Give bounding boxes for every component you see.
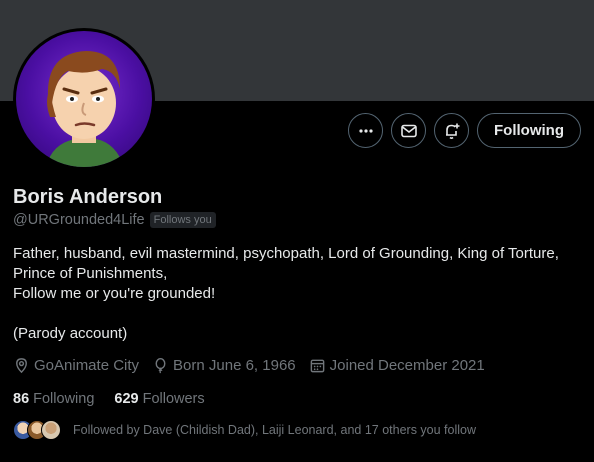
avatar[interactable] bbox=[13, 28, 155, 170]
more-icon bbox=[358, 128, 373, 133]
calendar-icon bbox=[310, 359, 324, 373]
followed-by-row[interactable]: Followed by Dave (Childish Dad), Laiji L… bbox=[13, 420, 476, 440]
following-label: Following bbox=[33, 391, 95, 407]
message-button[interactable] bbox=[391, 113, 427, 148]
followed-by-text: Followed by Dave (Childish Dad), Laiji L… bbox=[73, 423, 476, 437]
birthday-item: Born June 6, 1966 bbox=[152, 357, 296, 374]
bio-line: (Parody account) bbox=[13, 325, 128, 342]
followers-label: Followers bbox=[142, 391, 205, 407]
joined-item: Joined December 2021 bbox=[309, 357, 485, 374]
profile-bio: Father, husband, evil mastermind, psycho… bbox=[13, 244, 585, 344]
avatar-image bbox=[16, 31, 152, 167]
profile-actions: Following bbox=[348, 113, 581, 148]
bio-line: Follow me or you're grounded! bbox=[13, 285, 216, 302]
bell-plus-icon bbox=[445, 123, 460, 139]
followers-count: 629 bbox=[114, 391, 139, 407]
profile-name: Boris Anderson bbox=[13, 186, 163, 208]
mutual-avatar bbox=[41, 420, 61, 440]
handle-row: @URGrounded4Life Follows you bbox=[13, 212, 216, 228]
bio-line: Father, husband, evil mastermind, psycho… bbox=[13, 245, 559, 262]
profile-handle: @URGrounded4Life bbox=[13, 212, 145, 228]
following-count: 86 bbox=[13, 391, 30, 407]
following-link[interactable]: 86 Following bbox=[13, 391, 94, 407]
following-button[interactable]: Following bbox=[477, 113, 581, 148]
more-button[interactable] bbox=[348, 113, 384, 148]
notify-button[interactable] bbox=[434, 113, 470, 148]
follows-you-badge: Follows you bbox=[149, 212, 216, 228]
location-item: GoAnimate City bbox=[13, 357, 139, 374]
followers-link[interactable]: 629 Followers bbox=[114, 391, 204, 407]
mutual-avatars bbox=[13, 420, 61, 440]
mail-icon bbox=[400, 124, 417, 137]
location-icon bbox=[16, 358, 27, 374]
birthday-text: Born June 6, 1966 bbox=[173, 357, 296, 374]
location-text: GoAnimate City bbox=[34, 357, 140, 374]
bio-line: Prince of Punishments, bbox=[13, 265, 168, 282]
joined-text: Joined December 2021 bbox=[329, 357, 485, 374]
profile-stats: 86 Following 629 Followers bbox=[13, 391, 205, 407]
profile-meta: GoAnimate City Born June 6, 1966 Joined … bbox=[13, 357, 485, 374]
balloon-icon bbox=[155, 357, 166, 374]
bio-line bbox=[13, 304, 585, 324]
